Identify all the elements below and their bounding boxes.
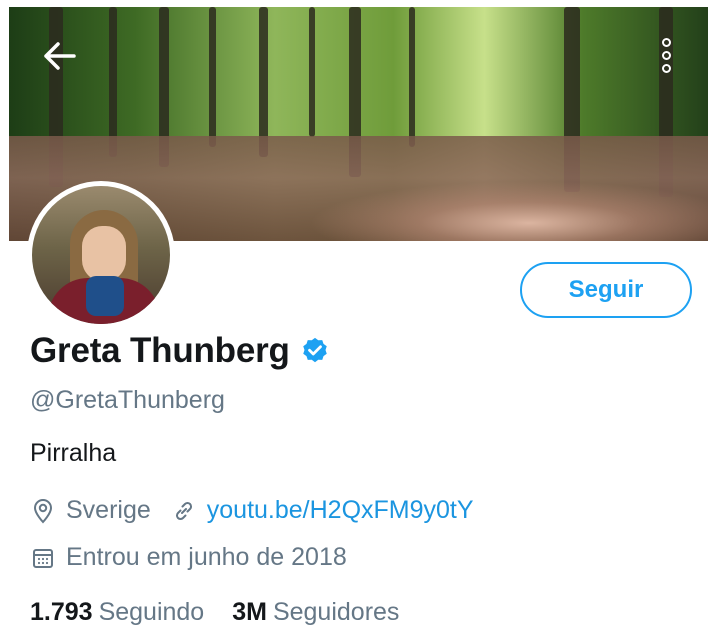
- profile-location: Sverige: [66, 496, 151, 524]
- following-label: Seguindo: [98, 598, 205, 626]
- location-pin-icon: [30, 497, 56, 525]
- following-stat[interactable]: 1.793 Seguindo: [30, 598, 204, 627]
- followers-count: 3M: [232, 598, 267, 626]
- profile-name-row: Greta Thunberg: [30, 331, 330, 371]
- back-button[interactable]: [39, 39, 79, 73]
- followers-label: Seguidores: [272, 598, 400, 626]
- profile-website-link[interactable]: youtu.be/H2QxFM9y0tY: [207, 496, 474, 525]
- profile-name: Greta Thunberg: [30, 331, 290, 370]
- following-count: 1.793: [30, 598, 93, 626]
- verified-badge-icon: [300, 336, 330, 366]
- profile-handle: @GretaThunberg: [30, 386, 225, 414]
- calendar-icon: [30, 544, 56, 572]
- avatar[interactable]: [27, 181, 175, 329]
- more-options-button[interactable]: [651, 31, 681, 79]
- profile-stats: 1.793 Seguindo 3M Seguidores: [30, 598, 399, 627]
- profile-screen: Seguir Greta Thunberg @GretaThunberg Pir…: [0, 0, 710, 644]
- followers-stat[interactable]: 3M Seguidores: [232, 598, 399, 627]
- follow-button[interactable]: Seguir: [520, 262, 692, 318]
- profile-joined-date: Entrou em junho de 2018: [66, 543, 347, 571]
- profile-bio: Pirralha: [30, 439, 117, 467]
- profile-joined: Entrou em junho de 2018: [30, 543, 347, 572]
- profile-meta: Sverige youtu.be/H2QxFM9y0tY: [30, 496, 474, 525]
- arrow-left-icon: [44, 42, 76, 70]
- link-icon: [171, 497, 197, 525]
- more-vertical-icon: [661, 37, 671, 47]
